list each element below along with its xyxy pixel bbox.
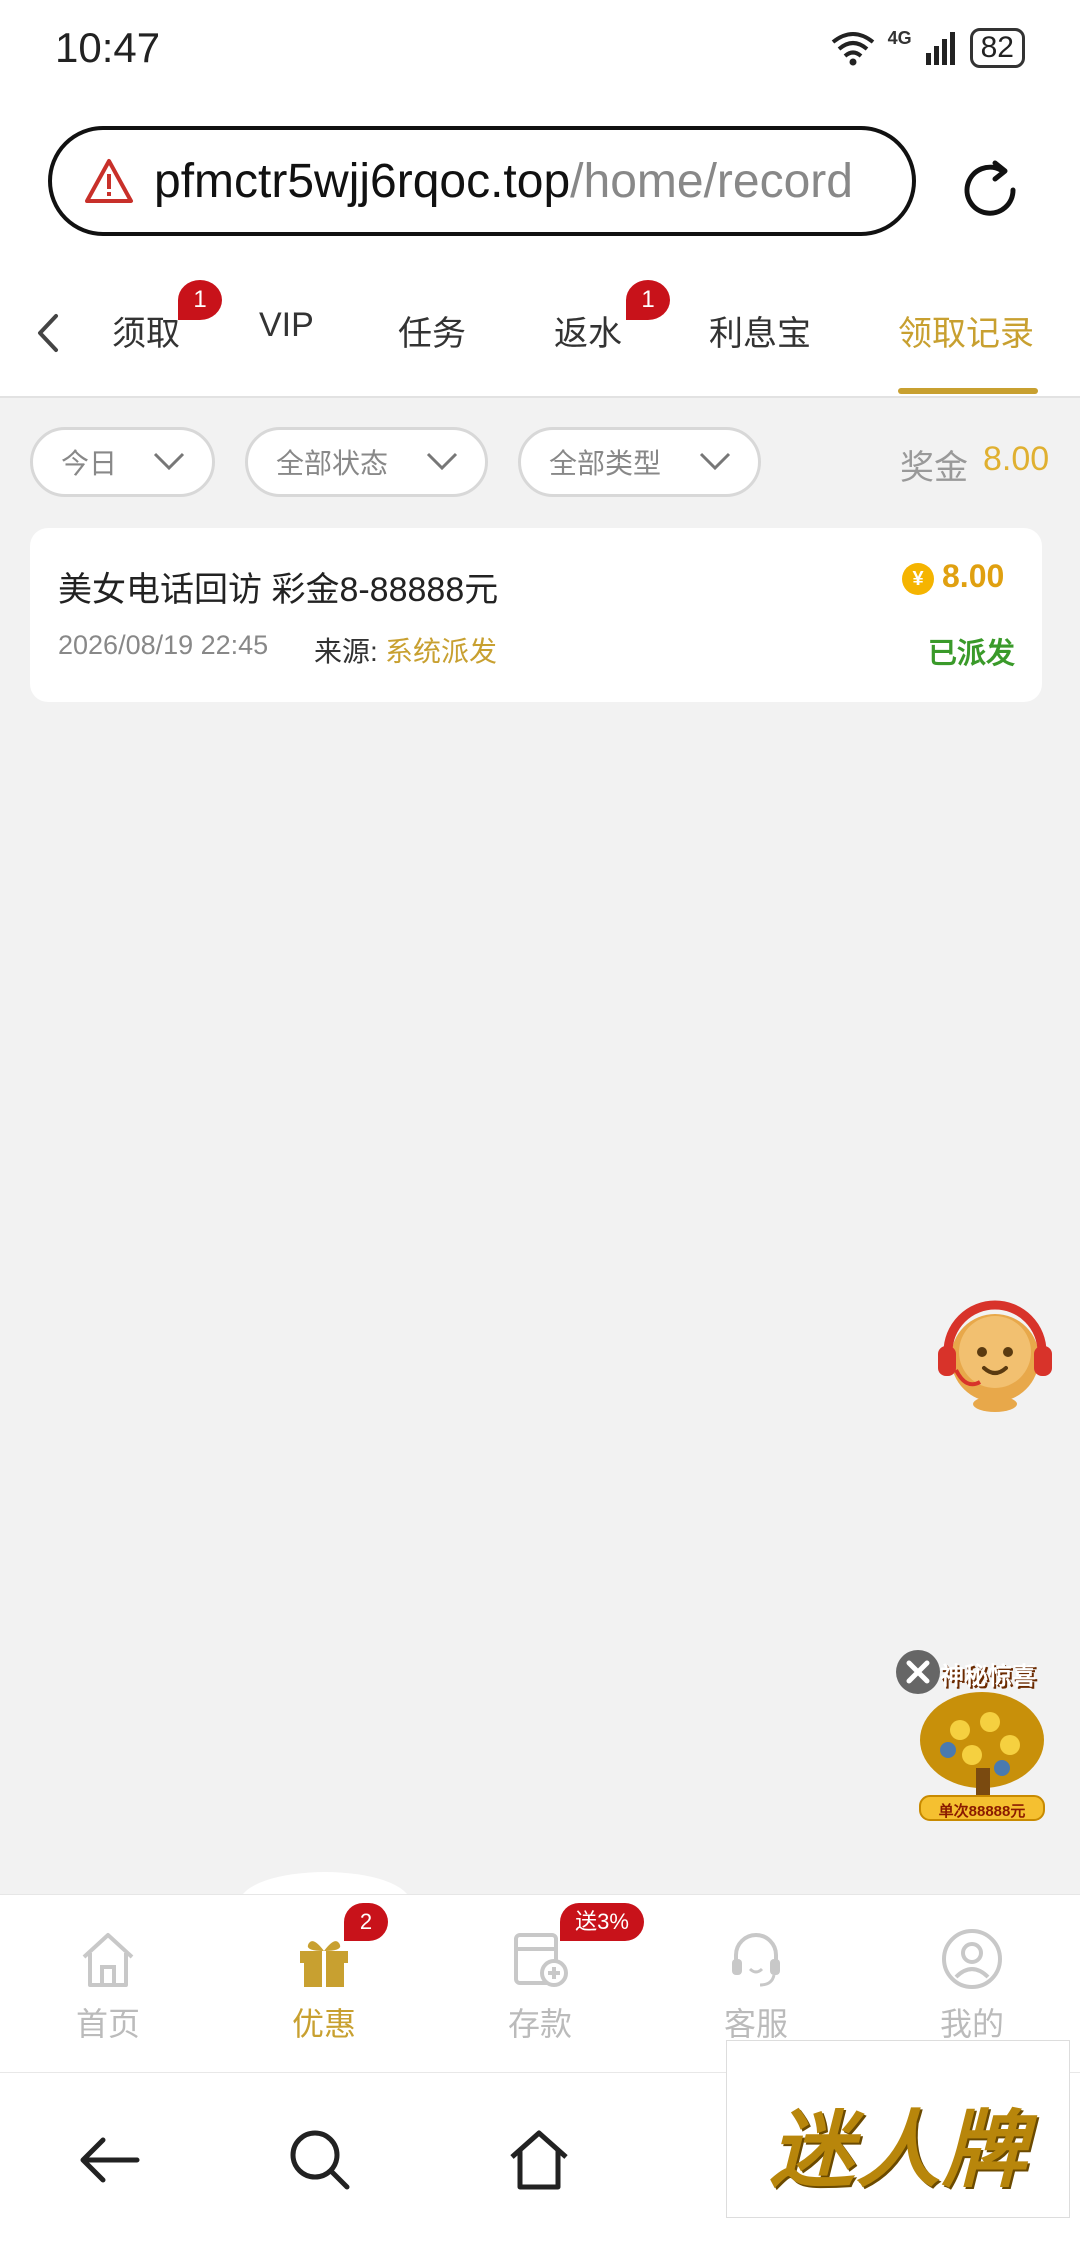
nav-home-label: 首页 [75,2006,140,2042]
nav-promotions[interactable]: 2 优惠 [216,1895,432,2073]
tab-label: 领取记录 [898,315,1034,353]
tab-tasks[interactable]: 任务 [398,306,466,355]
chevron-down-icon [699,452,731,471]
promo-float[interactable]: 神秘惊喜 单次88888元 [890,1650,1050,1825]
chevron-left-icon[interactable] [28,308,68,358]
tab-bar: 须取 1 VIP 任务 返水 1 利息宝 领取记录 [0,270,1080,398]
promo-caption: 单次88888元 [938,1803,1026,1820]
tab-label: 须取 [112,315,180,353]
warning-icon[interactable] [84,158,134,204]
nav-deposit[interactable]: 送3% 存款 [432,1895,648,2073]
active-tab-indicator [898,388,1038,394]
nav-home[interactable]: 首页 [0,1895,216,2073]
record-title: 美女电话回访 彩金8-88888元 [58,571,499,609]
tab-label: 任务 [398,315,466,353]
status-filter-label: 全部状态 [276,448,389,479]
tab-rebate[interactable]: 返水 1 [554,280,670,355]
signal-icon [925,32,955,65]
record-amount: 8.00 [942,558,1005,594]
status-bar: 10:47 4G 82 [0,0,1080,110]
url-path: /home/record [570,154,853,208]
tab-label: VIP [259,306,314,344]
tab-badge: 1 [178,280,222,320]
nav-deposit-badge: 送3% [560,1903,644,1941]
brand-watermark: 迷人牌 [726,2040,1070,2218]
record-source-label: 来源: [314,636,378,667]
tab-interest[interactable]: 利息宝 [709,306,811,355]
nav-promotions-badge: 2 [344,1903,388,1941]
url-domain: pfmctr5wjj6rqoc.top [154,154,571,208]
battery-indicator: 82 [969,28,1025,68]
date-filter-label: 今日 [61,448,118,479]
home-icon [82,1933,134,1987]
nav-support-label: 客服 [723,2006,788,2042]
promo-title: 神秘惊喜 [940,1663,1036,1690]
tab-vip[interactable]: VIP [259,306,314,345]
tab-claim-records[interactable]: 领取记录 [898,306,1034,355]
bonus-total-value: 8.00 [983,440,1050,478]
url-text[interactable]: pfmctr5wjj6rqoc.top/home/record [154,154,853,209]
reload-icon[interactable] [955,155,1025,225]
bonus-total-label: 奖金 [900,449,968,487]
nav-promotions-label: 优惠 [291,2006,356,2042]
tab-0[interactable]: 须取 1 [112,280,222,355]
brand-text: 迷人牌 [769,2103,1028,2197]
tab-label: 返水 [554,315,622,353]
profile-icon [942,1929,1002,1989]
tab-label: 利息宝 [709,315,811,353]
record-datetime: 2026/08/19 22:45 [58,630,269,660]
record-status: 已派发 [928,638,1016,670]
type-filter[interactable]: 全部类型 [518,427,761,497]
headset-icon [732,1933,780,1987]
browser-address-area: pfmctr5wjj6rqoc.top/home/record [0,110,1080,270]
status-icons: 4G 82 [830,28,1025,68]
network-type: 4G [887,27,912,48]
status-filter[interactable]: 全部状态 [245,427,488,497]
search-icon[interactable] [285,2125,355,2195]
record-card[interactable]: 美女电话回访 彩金8-88888元 2026/08/19 22:45 来源: 系… [30,528,1042,702]
back-arrow-icon[interactable] [75,2125,145,2195]
customer-service-mascot-icon[interactable] [930,1290,1060,1420]
nav-profile-label: 我的 [939,2006,1004,2042]
tab-badge: 1 [626,280,670,320]
chevron-down-icon [153,452,185,471]
record-source-value: 系统派发 [385,636,498,667]
nav-deposit-label: 存款 [507,2006,572,2042]
wifi-icon [831,32,874,66]
status-time: 10:47 [55,24,161,71]
date-filter[interactable]: 今日 [30,427,215,497]
type-filter-label: 全部类型 [549,448,662,479]
chevron-down-icon [426,452,458,471]
url-bar[interactable]: pfmctr5wjj6rqoc.top/home/record [48,126,916,236]
home-button-icon[interactable] [504,2125,574,2195]
coin-icon: ¥ [902,563,934,595]
